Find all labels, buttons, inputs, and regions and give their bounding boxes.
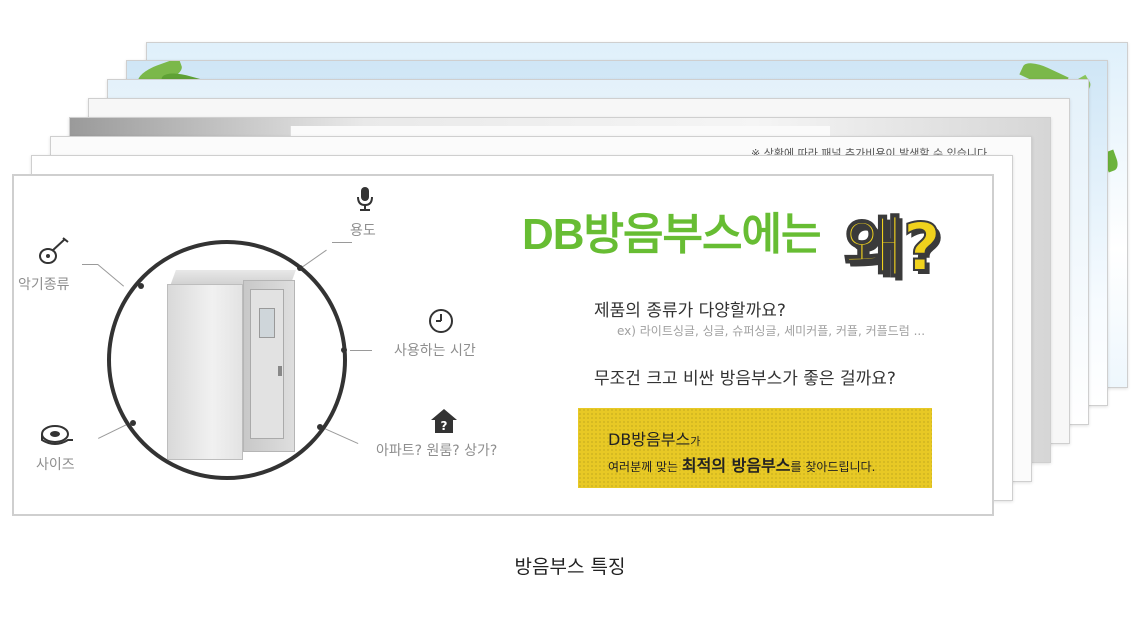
section-caption: 방음부스 특징	[514, 556, 626, 578]
connector-dot	[297, 265, 303, 271]
svg-text:?: ?	[441, 419, 448, 433]
connector-line	[300, 249, 327, 269]
guitar-icon	[39, 237, 69, 264]
booth-window	[259, 308, 275, 338]
connector-dot	[341, 347, 347, 353]
connector-line	[82, 264, 98, 265]
headline: DB방음부스에는	[522, 210, 821, 259]
feature-label-usage: 용도	[350, 223, 376, 239]
answer-prefix: 여러분께 맞는	[608, 460, 682, 474]
answer-line-1: DB방음부스가	[608, 426, 700, 450]
clock-icon	[429, 309, 453, 333]
answer-particle: 가	[690, 435, 701, 448]
booth-image-circle	[107, 240, 347, 480]
answer-suffix: 를 찾아드립니다.	[790, 460, 876, 474]
booth-door	[250, 289, 284, 439]
feature-label-size: 사이즈	[36, 457, 75, 473]
connector-line	[319, 426, 359, 444]
booth-illustration	[167, 270, 297, 462]
slideshow-stage: ※ 상황에 따라 패널 추가비용이 발생할 수 있습니다 용도 악기종류 사용하…	[0, 0, 1140, 638]
microphone-icon	[357, 187, 373, 211]
connector-line	[97, 264, 125, 287]
connector-dot	[130, 420, 136, 426]
answer-line-2: 여러분께 맞는 최적의 방음부스를 찾아드립니다.	[608, 452, 875, 476]
answer-box: DB방음부스가 여러분께 맞는 최적의 방음부스를 찾아드립니다.	[578, 408, 932, 488]
headline-accent: 왜?	[843, 208, 942, 287]
feature-label-time: 사용하는 시간	[394, 343, 476, 359]
feature-label-place: 아파트? 원룸? 상가?	[376, 443, 498, 459]
question-1: 제품의 종류가 다양할까요?	[594, 301, 786, 321]
house-question-icon: ?	[431, 409, 457, 433]
connector-line	[332, 242, 352, 243]
answer-highlight: 최적의 방음부스	[681, 456, 791, 475]
feature-label-instrument: 악기종류	[18, 277, 70, 293]
connector-dot	[317, 424, 323, 430]
connector-line	[350, 350, 372, 351]
slide-front[interactable]: 용도 악기종류 사용하는 시간 ? 아파트? 원룸? 상가? 사이즈 DB방음부…	[12, 174, 994, 516]
question-2: 무조건 크고 비싼 방음부스가 좋은 걸까요?	[594, 369, 896, 389]
tape-measure-icon	[41, 425, 73, 445]
brand-name: DB방음부스	[608, 430, 691, 449]
connector-dot	[138, 283, 144, 289]
example-text: ex) 라이트싱글, 싱글, 슈퍼싱글, 세미커플, 커플, 커플드럼 ...	[617, 324, 926, 338]
